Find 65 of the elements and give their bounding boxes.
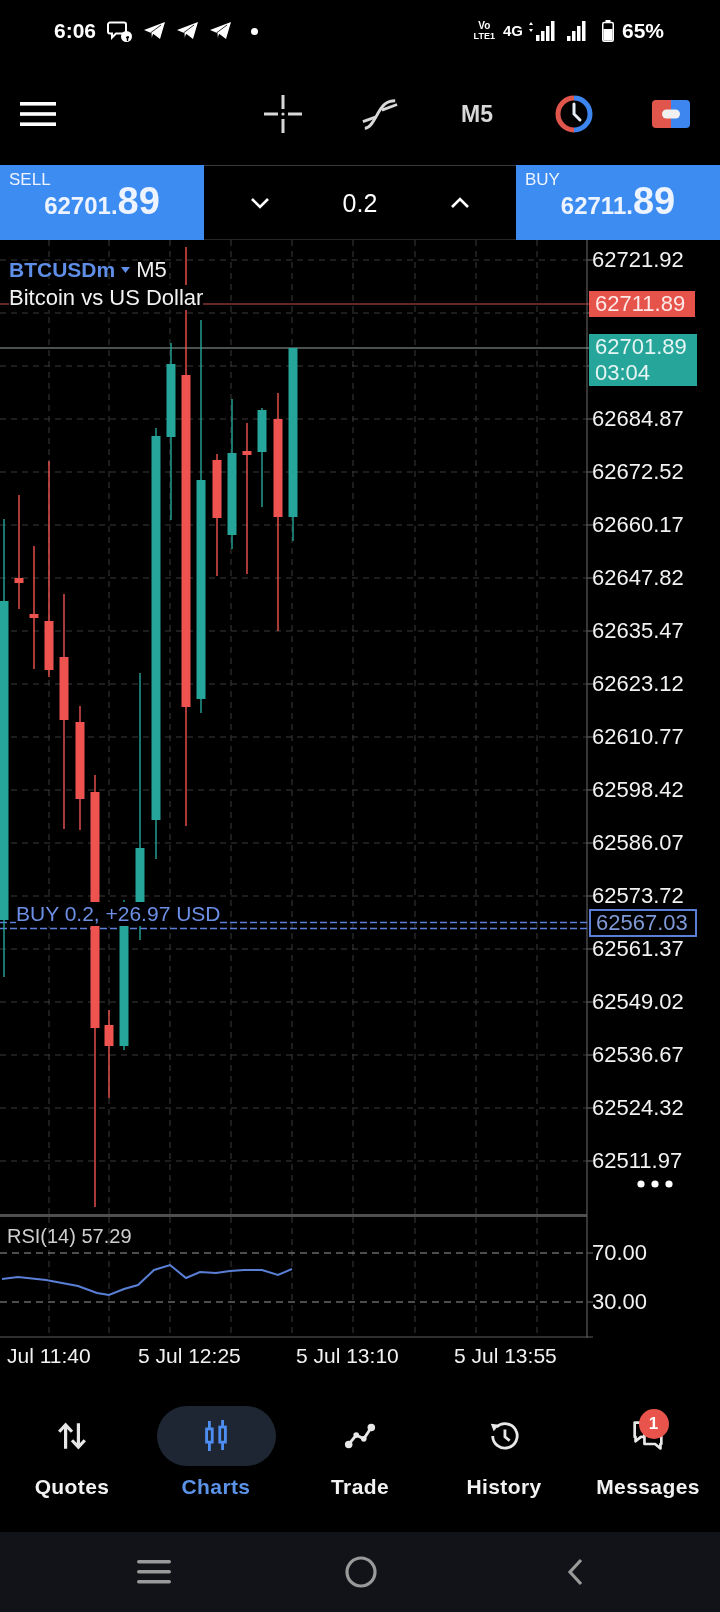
price-tick-label: 62573.72 xyxy=(592,885,684,907)
nav-tab[interactable]: Quotes xyxy=(0,1398,144,1532)
caret-icon[interactable] xyxy=(121,267,131,273)
unread-count-badge: 1 xyxy=(638,1409,669,1439)
price-tick-label: 62647.82 xyxy=(592,567,684,589)
up-down-arrows-icon xyxy=(56,1420,88,1452)
price-tick-label: 62598.42 xyxy=(592,779,684,801)
bar-countdown-label: 03:04 xyxy=(595,359,652,386)
volume-field[interactable]: 0.2 xyxy=(342,187,378,218)
nav-tab[interactable]: 1 Messages xyxy=(576,1398,720,1532)
volte-label: Vo xyxy=(478,21,491,31)
timeframe-button[interactable]: M5 xyxy=(461,99,493,128)
notification-dot-icon xyxy=(251,27,259,35)
price-tick-label: 62511.97 xyxy=(592,1150,683,1172)
home-icon[interactable] xyxy=(345,1556,377,1588)
lte-label: LTE1 xyxy=(473,31,495,41)
nav-tab[interactable]: Charts xyxy=(144,1398,288,1532)
clock-time: 6:06 xyxy=(54,19,97,43)
signal-icon xyxy=(528,21,555,41)
bid-price-label: 62701.89 xyxy=(595,333,687,360)
clock-icon[interactable] xyxy=(555,94,593,133)
price-tick-label: 62660.17 xyxy=(592,514,684,536)
price-tick-label: 62623.12 xyxy=(592,673,684,695)
recent-apps-icon[interactable] xyxy=(137,1560,171,1584)
chevron-up-icon[interactable] xyxy=(450,196,470,209)
price-tick-label: 62561.37 xyxy=(592,938,684,960)
price-tick-label: 62610.77 xyxy=(592,726,684,748)
network-type-label: 4G xyxy=(502,22,523,40)
price-tick-label: 62549.02 xyxy=(592,991,684,1013)
rsi-level-label: 70.00 xyxy=(592,1241,648,1265)
battery-percentage: 65% xyxy=(621,19,664,43)
history-icon xyxy=(488,1420,520,1452)
rsi-level-label: 30.00 xyxy=(592,1290,648,1314)
symbol-selector[interactable]: BTCUSDm xyxy=(9,257,116,283)
price-tick-label: 62635.47 xyxy=(592,620,684,642)
price-tick-label: 62721.92 xyxy=(592,249,684,271)
symbol-description: Bitcoin vs US Dollar xyxy=(9,285,204,310)
time-axis-label: 5 Jul 13:55 xyxy=(454,1344,557,1367)
more-icon[interactable] xyxy=(637,1180,673,1188)
paper-plane-icon xyxy=(144,22,166,40)
price-tick-label: 62684.87 xyxy=(592,408,684,430)
back-icon[interactable] xyxy=(567,1558,583,1586)
price-tick-label: 62524.32 xyxy=(592,1097,684,1119)
switch-icon[interactable] xyxy=(652,99,690,128)
chevron-down-icon[interactable] xyxy=(250,196,270,209)
signal-icon xyxy=(566,21,586,41)
paper-plane-icon xyxy=(210,22,232,40)
chart-timeframe: M5 xyxy=(136,257,167,283)
menu-icon[interactable] xyxy=(20,101,56,126)
crosshair-icon[interactable] xyxy=(264,94,302,133)
price-tick-label: 62672.52 xyxy=(592,461,684,483)
chat-bubble-icon xyxy=(107,20,133,42)
price-tick-label: 62586.07 xyxy=(592,832,684,854)
rsi-indicator-label: RSI(14) 57.29 xyxy=(7,1224,132,1248)
nav-tab[interactable]: Trade xyxy=(288,1398,432,1532)
battery-icon xyxy=(601,20,614,42)
time-axis-label: Jul 11:40 xyxy=(7,1344,91,1367)
position-label: BUY 0.2, +26.97 USD xyxy=(16,902,221,926)
time-axis-label: 5 Jul 12:25 xyxy=(138,1344,241,1367)
position-price-tag: 62567.03 xyxy=(589,909,697,937)
paper-plane-icon xyxy=(177,22,199,40)
time-axis-label: 5 Jul 13:10 xyxy=(296,1344,399,1367)
nav-tab[interactable]: History xyxy=(432,1398,576,1532)
ask-price-tag: 62711.89 xyxy=(589,291,696,317)
price-tick-label: 62536.67 xyxy=(592,1044,684,1066)
